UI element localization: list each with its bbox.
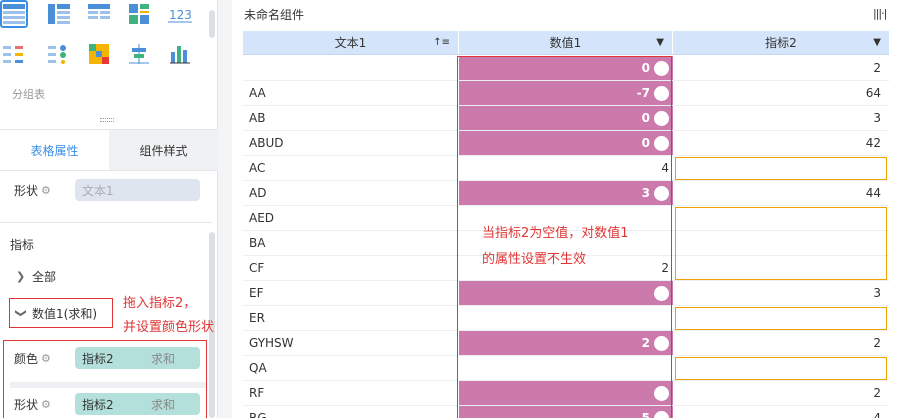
column-header-text1[interactable]: 文本1 ↑≡ [243, 31, 459, 54]
shape-field-pill-2[interactable]: 指标2 求和 [75, 393, 200, 415]
detail-table-icon[interactable] [85, 0, 113, 28]
table-chart-icon[interactable] [0, 0, 28, 28]
cell-metric2: 44 [865, 186, 881, 200]
metrics-section-title: 指标 [10, 238, 35, 252]
cell-metric2: 2 [873, 61, 881, 75]
palette-scrollbar[interactable] [209, 10, 215, 38]
heatmap-chart-icon[interactable] [85, 40, 113, 68]
color-label: 颜色 [14, 351, 39, 366]
cell-text1: AC [249, 161, 266, 175]
cell-text1: AD [249, 186, 267, 200]
barcode-icon[interactable]: |||·| [873, 7, 887, 20]
chart-type-group-label: 分组表 [12, 88, 45, 101]
cell-metric2: 3 [873, 111, 881, 125]
tab-component-style[interactable]: 组件样式 [109, 130, 218, 170]
empty-metric-highlight [675, 307, 887, 330]
cell-text1: QA [249, 361, 267, 375]
scatter-table-icon[interactable] [45, 40, 73, 68]
cell-metric2: 4 [873, 411, 881, 418]
tree-item-label: 全部 [32, 270, 57, 284]
cell-text1: EF [249, 286, 264, 300]
cell-text1: RG [249, 411, 267, 418]
caret-down-icon[interactable]: ▼ [873, 37, 881, 48]
annotation-drag-metric: 拖入指标2， 并设置颜色形状 [123, 296, 215, 335]
cell-text1 [243, 56, 459, 80]
cell-metric2: 64 [865, 86, 881, 100]
cell-text1: ER [249, 311, 265, 325]
tree-item-all[interactable]: ❯ 全部 [16, 268, 56, 285]
table-header: 文本1 ↑≡ 数值1 ▼ 指标2 ▼ [243, 31, 889, 55]
empty-metric-highlight [675, 157, 887, 180]
highlight-box [9, 298, 113, 328]
chevron-right-icon: ❯ [16, 270, 26, 283]
shape-label: 形状 [14, 397, 39, 412]
tab-table-properties[interactable]: 表格属性 [0, 130, 109, 170]
cell-metric2: 2 [873, 336, 881, 350]
shape-label: 形状 [14, 183, 39, 198]
kpi-number-icon[interactable]: 123 [166, 0, 194, 28]
multi-metric-table-icon[interactable] [0, 40, 28, 68]
gear-icon[interactable]: ⚙ [41, 398, 51, 411]
cell-text1: AB [249, 111, 266, 125]
empty-metric-highlight [675, 207, 887, 280]
crosstab-chart-icon[interactable] [45, 0, 73, 28]
table-component: 未命名组件 |||·| 文本1 ↑≡ 数值1 ▼ 指标2 ▼ 0 2 AA -7 64 A… [232, 0, 915, 418]
cell-text1: CF [249, 261, 265, 275]
cell-text1: AED [249, 211, 275, 225]
cell-metric2: 2 [873, 386, 881, 400]
column-header-value1[interactable]: 数值1 ▼ [459, 31, 673, 54]
panel-resize-handle[interactable] [100, 118, 114, 122]
divider [10, 382, 206, 388]
property-panel: 123 分组表 表格属性 组件样式 形状 ⚙ 文本1 指标 ❯ 全部 ❯ 数值1(… [0, 0, 218, 418]
column-header-metric2[interactable]: 指标2 ▼ [673, 31, 889, 54]
boxplot-chart-icon[interactable] [125, 40, 153, 68]
cell-text1: ABUD [249, 136, 284, 150]
cell-text1: BA [249, 236, 266, 250]
cell-metric2: 42 [865, 136, 881, 150]
gear-icon[interactable]: ⚙ [41, 352, 51, 365]
divider [0, 222, 212, 223]
shape-field-pill[interactable]: 文本1 [75, 179, 200, 201]
cell-text1: GYHSW [249, 336, 294, 350]
component-title: 未命名组件 [244, 8, 305, 22]
cell-text1: RF [249, 386, 265, 400]
bar-chart-icon[interactable] [166, 40, 194, 68]
caret-down-icon[interactable]: ▼ [656, 37, 664, 48]
annotation-null-metric: 当指标2为空值，对数值1 的属性设置不生效 [482, 226, 629, 267]
color-field-pill[interactable]: 指标2 求和 [75, 347, 200, 369]
svg-text:123: 123 [169, 8, 192, 22]
sort-icon[interactable]: ↑≡ [433, 37, 450, 48]
empty-metric-highlight [675, 357, 887, 380]
gear-icon[interactable]: ⚙ [41, 184, 51, 197]
cell-metric2: 3 [873, 286, 881, 300]
property-tabs: 表格属性 组件样式 [0, 129, 218, 171]
treemap-chart-icon[interactable] [125, 0, 153, 28]
cell-text1: AA [249, 86, 266, 100]
